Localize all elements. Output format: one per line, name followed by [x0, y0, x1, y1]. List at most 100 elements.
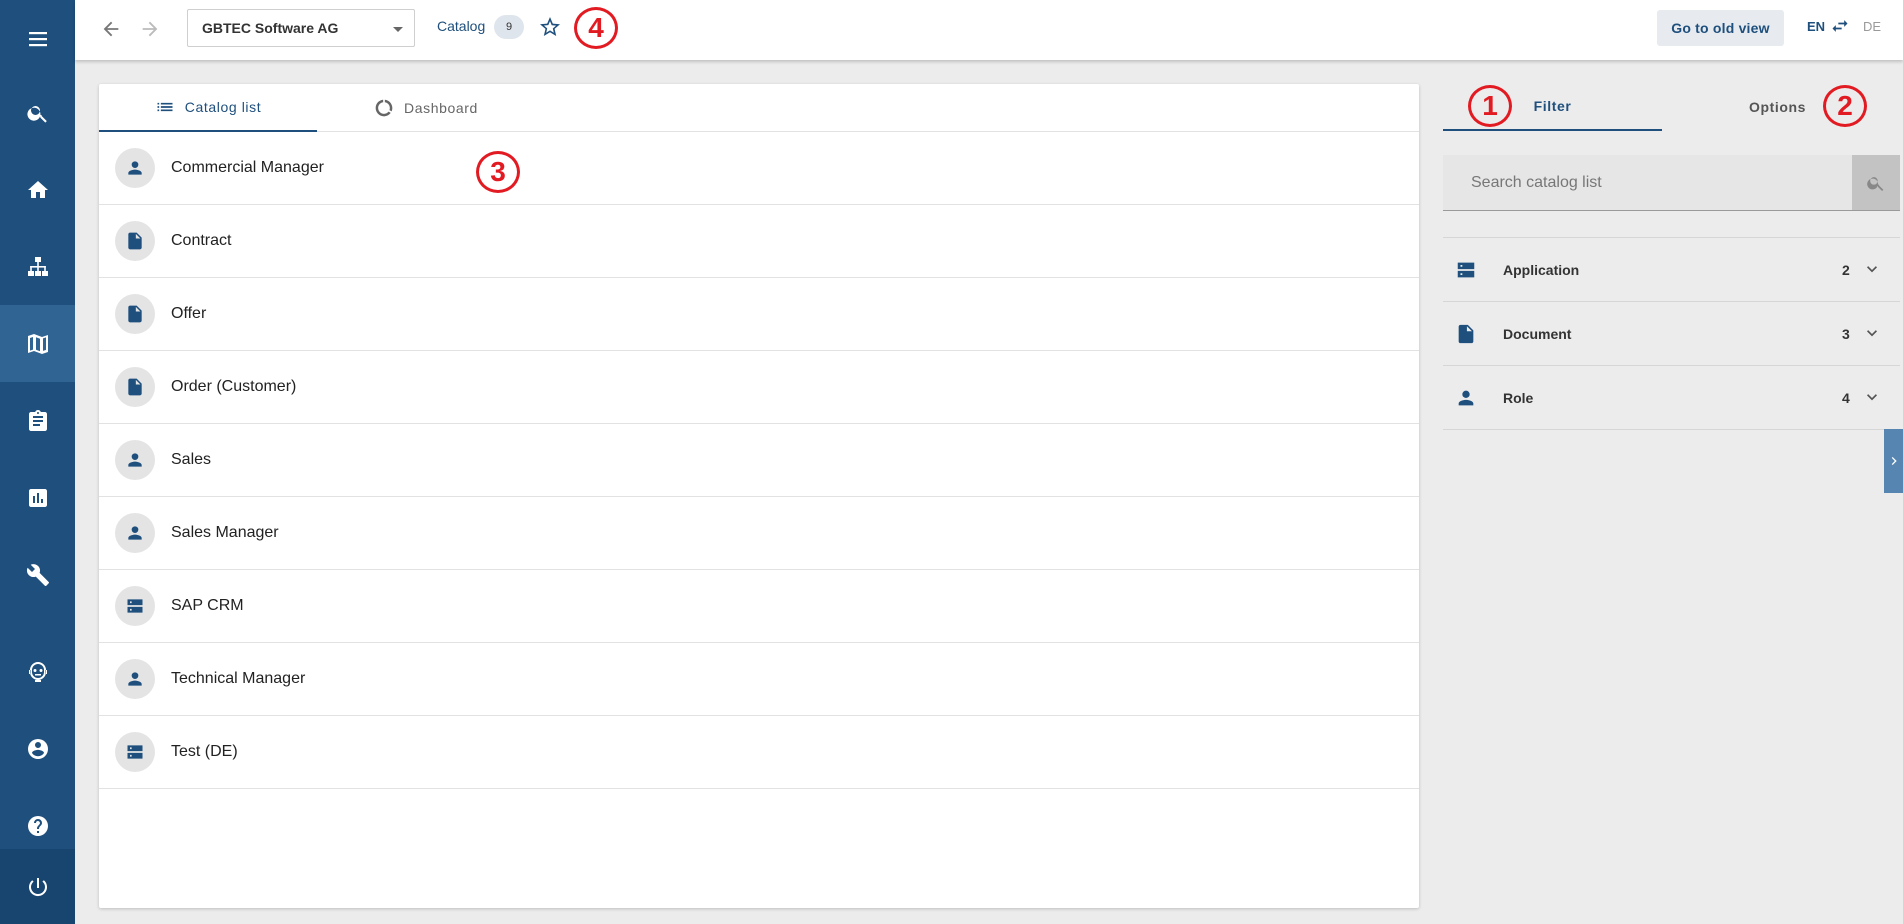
menu-button[interactable] [0, 0, 75, 77]
robot-icon [28, 661, 47, 682]
catalog-count-badge: 9 [494, 15, 524, 39]
sidebar-item-tasks[interactable] [0, 382, 75, 459]
sidebar-item-reports[interactable] [0, 459, 75, 536]
forward-button[interactable] [136, 15, 164, 43]
person-icon [128, 161, 142, 175]
sidebar-item-assistant[interactable] [0, 633, 75, 710]
document-icon [1455, 323, 1477, 345]
favorite-button[interactable] [538, 15, 562, 39]
annotation-marker-1: 1 [1468, 85, 1512, 127]
list-item[interactable]: Sales [99, 424, 1419, 497]
list-item-label: Commercial Manager [171, 159, 324, 176]
list-item[interactable]: Technical Manager [99, 643, 1419, 716]
menu-icon [28, 31, 47, 46]
top-bar: GBTEC Software AG Catalog 9 Go to old vi… [75, 0, 1903, 60]
sidebar-item-catalog[interactable] [0, 305, 75, 382]
arrow-right-icon [142, 21, 158, 37]
facet-role[interactable]: Role 4 [1443, 366, 1900, 430]
role-avatar [115, 513, 155, 553]
main-tabs: Catalog list Dashboard [99, 84, 1419, 132]
list-item-label: Test (DE) [171, 743, 238, 760]
document-icon [128, 305, 142, 323]
company-select[interactable]: GBTEC Software AG [187, 9, 415, 47]
tab-filter-label: Filter [1533, 97, 1572, 114]
facet-count: 2 [1842, 262, 1850, 278]
person-icon [128, 672, 142, 686]
list-item[interactable]: SAP CRM [99, 570, 1419, 643]
list-item[interactable]: Commercial Manager [99, 132, 1419, 205]
list-item[interactable]: Order (Customer) [99, 351, 1419, 424]
list-item-label: Sales Manager [171, 524, 279, 541]
home-icon [27, 180, 48, 198]
sidebar-item-profile[interactable] [0, 710, 75, 787]
facet-label: Role [1503, 390, 1534, 406]
application-icon [127, 599, 143, 613]
facet-count: 3 [1842, 326, 1850, 342]
catalog-search [1443, 155, 1900, 211]
document-avatar [115, 221, 155, 261]
donut-icon [375, 99, 393, 117]
document-avatar [115, 367, 155, 407]
application-avatar [115, 732, 155, 772]
help-icon [27, 815, 48, 836]
document-icon [128, 232, 142, 250]
tab-dashboard[interactable]: Dashboard [317, 84, 535, 132]
sidebar-item-search[interactable] [0, 74, 75, 151]
chevron-down-icon[interactable] [1862, 323, 1882, 343]
role-avatar [115, 440, 155, 480]
star-icon [540, 17, 560, 36]
list-item-label: Offer [171, 305, 207, 322]
facet-count: 4 [1842, 390, 1850, 406]
facet-application[interactable]: Application 2 [1443, 238, 1900, 302]
language-switch-icon[interactable] [1830, 16, 1850, 36]
breadcrumb-catalog[interactable]: Catalog [437, 18, 485, 34]
list-item[interactable]: Sales Manager [99, 497, 1419, 570]
back-button[interactable] [97, 15, 125, 43]
search-icon [1867, 176, 1884, 191]
power-icon [28, 877, 47, 896]
annotation-marker-2: 2 [1823, 85, 1867, 127]
search-button[interactable] [1852, 155, 1900, 210]
list-icon [157, 102, 173, 112]
list-item-label: SAP CRM [171, 597, 244, 614]
catalog-map-icon [27, 333, 48, 354]
sitemap-icon [27, 256, 48, 276]
list-item[interactable]: Offer [99, 278, 1419, 351]
sidebar-item-logout[interactable] [0, 849, 75, 924]
language-de[interactable]: DE [1863, 19, 1881, 34]
list-item-label: Contract [171, 232, 232, 249]
list-item[interactable]: Test (DE) [99, 716, 1419, 789]
go-to-old-view-button[interactable]: Go to old view [1657, 10, 1784, 46]
tab-catalog-list[interactable]: Catalog list [99, 84, 317, 132]
document-icon [128, 378, 142, 396]
person-icon [128, 526, 142, 540]
company-select-value: GBTEC Software AG [202, 20, 339, 36]
sidebar-item-home[interactable] [0, 151, 75, 228]
chart-icon [28, 488, 47, 507]
list-item-label: Order (Customer) [171, 378, 297, 395]
panel-collapse-button[interactable] [1884, 429, 1903, 493]
sidebar-item-process-map[interactable] [0, 228, 75, 305]
clipboard-icon [28, 409, 47, 431]
document-avatar [115, 294, 155, 334]
language-en[interactable]: EN [1807, 19, 1825, 34]
application-icon [1455, 259, 1477, 281]
facet-label: Application [1503, 262, 1580, 278]
facet-document[interactable]: Document 3 [1443, 302, 1900, 366]
chevron-down-icon[interactable] [1862, 259, 1882, 279]
list-item[interactable]: Contract [99, 205, 1419, 278]
sidebar [0, 0, 75, 924]
wrench-icon [26, 563, 49, 586]
chevron-right-icon [1891, 457, 1897, 465]
filter-facets: Application 2 Document 3 Role 4 [1443, 237, 1900, 430]
application-icon [127, 745, 143, 759]
application-avatar [115, 586, 155, 626]
search-input[interactable] [1443, 155, 1850, 210]
list-item-label: Sales [171, 451, 212, 468]
role-avatar [115, 659, 155, 699]
sidebar-item-tools[interactable] [0, 536, 75, 613]
role-avatar [115, 148, 155, 188]
annotation-marker-3: 3 [476, 151, 520, 193]
catalog-card: Catalog list Dashboard Commercial Manage… [99, 84, 1419, 908]
chevron-down-icon[interactable] [1862, 387, 1882, 407]
